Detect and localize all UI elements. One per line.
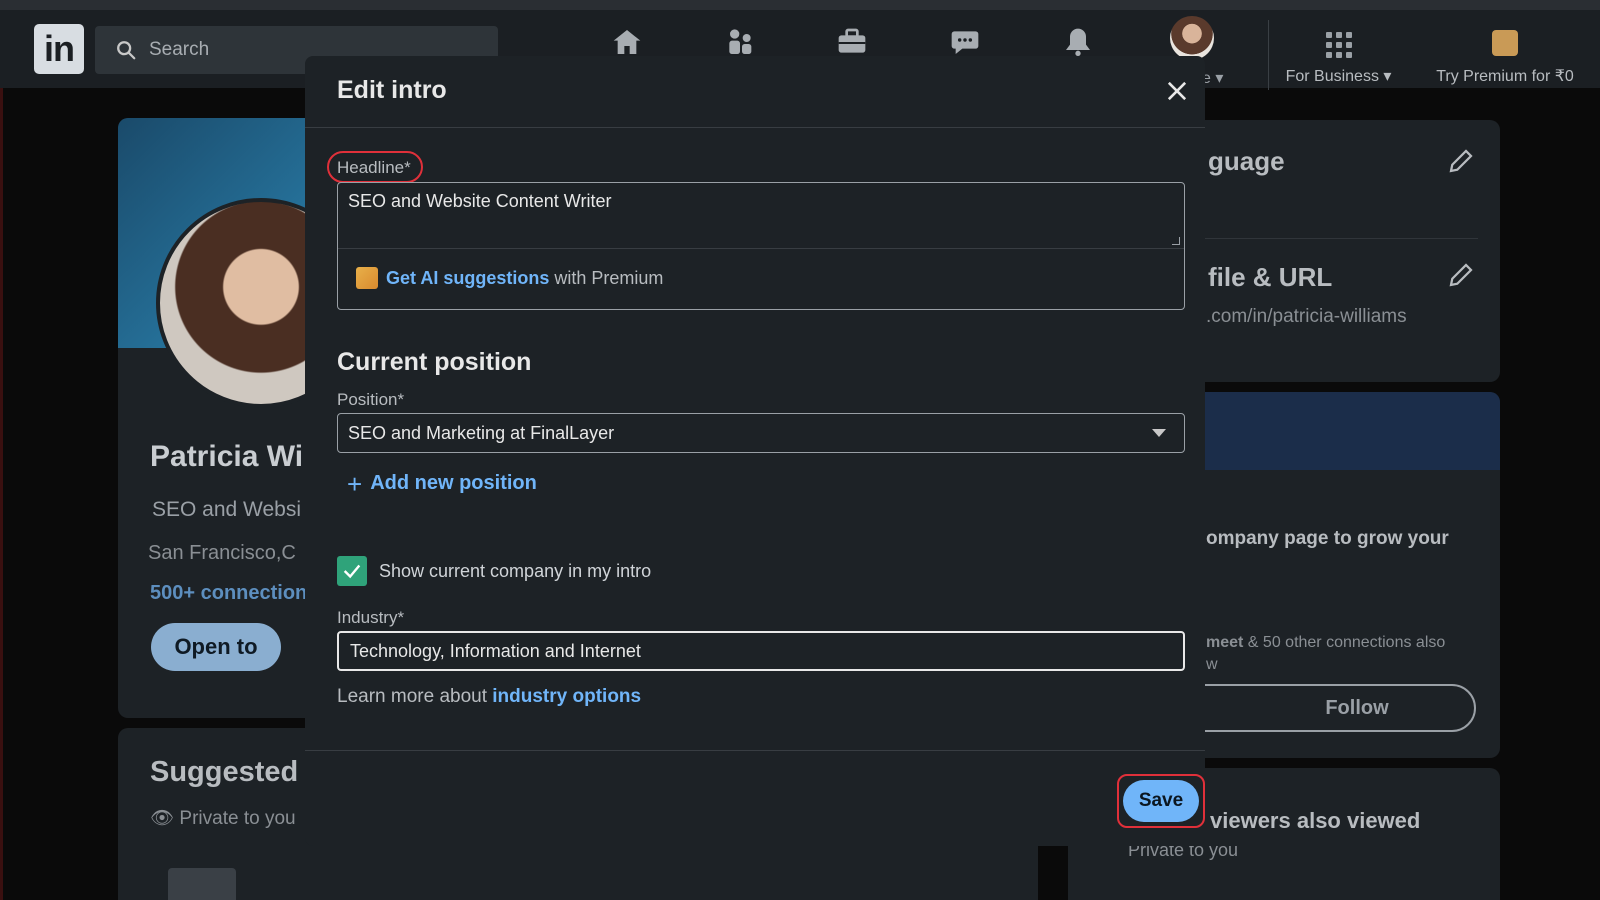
learn-more-prefix: Learn more about <box>337 686 493 707</box>
headline-label: Headline* <box>337 158 411 177</box>
ad-connection-name: meet <box>1206 634 1244 651</box>
close-icon <box>1167 81 1187 100</box>
viewers-also-viewed-title: viewers also viewed <box>1210 808 1421 833</box>
edit-language-pencil-icon[interactable] <box>1446 146 1476 176</box>
window-left-edge <box>0 0 3 900</box>
suggested-thumbnail <box>168 868 236 900</box>
premium-badge-icon <box>356 267 378 289</box>
show-company-checkbox[interactable] <box>337 556 367 586</box>
industry-label: Industry* <box>337 608 405 627</box>
linkedin-logo[interactable]: in <box>34 24 84 74</box>
position-select[interactable]: SEO and Marketing at FinalLayer <box>337 413 1185 453</box>
profile-name: Patricia Wi <box>150 440 304 473</box>
public-profile-url-title: file & URL <box>1208 262 1333 292</box>
textarea-resize-handle[interactable] <box>1172 237 1180 245</box>
divider <box>1188 238 1478 239</box>
headline-field: SEO and Website Content Writer Get AI su… <box>337 182 1185 310</box>
dialog-title: Edit intro <box>337 76 447 104</box>
edit-intro-dialog: Edit intro Headline* SEO and Website Con… <box>305 56 1205 846</box>
add-new-position-button[interactable]: + Add new position <box>347 468 537 499</box>
dialog-footer-divider <box>305 750 1205 751</box>
industry-options-link[interactable]: industry options <box>492 686 641 707</box>
me-avatar[interactable] <box>1170 16 1214 60</box>
plus-icon: + <box>347 468 363 499</box>
close-dialog-button[interactable] <box>1159 74 1195 110</box>
ad-text: ompany page to grow your <box>1206 528 1449 549</box>
suggested-subtitle-text: Private to you <box>179 808 296 829</box>
profile-connections-link[interactable]: 500+ connection <box>150 582 307 605</box>
current-position-heading: Current position <box>337 348 532 376</box>
headline-textarea[interactable]: SEO and Website Content Writer <box>348 191 1168 247</box>
premium-icon <box>1492 30 1518 56</box>
position-label: Position* <box>337 390 405 409</box>
premium-label: Try Premium for ₹0 <box>1436 68 1574 85</box>
profile-language-title: guage <box>1208 146 1285 176</box>
dialog-header: Edit intro <box>305 56 1205 128</box>
public-profile-url: .com/in/patricia-williams <box>1206 306 1407 327</box>
dropdown-caret-icon <box>1152 429 1166 437</box>
checkmark-icon <box>343 564 361 579</box>
get-ai-suggestions-link[interactable]: Get AI suggestions <box>386 268 549 288</box>
industry-input[interactable] <box>337 631 1185 671</box>
edit-url-pencil-icon[interactable] <box>1446 260 1476 290</box>
profile-headline: SEO and Websi <box>152 498 302 521</box>
show-company-row: Show current company in my intro <box>337 556 651 586</box>
search-icon <box>117 41 136 60</box>
suggested-subtitle: 👁 Private to you <box>150 806 296 830</box>
add-new-position-label: Add new position <box>370 472 537 494</box>
follow-button[interactable]: Follow <box>1178 684 1476 732</box>
eye-icon: 👁 <box>150 808 180 829</box>
profile-location: San Francisco,C <box>148 542 296 564</box>
try-premium-link[interactable]: Try Premium for ₹0 <box>1425 18 1585 86</box>
save-button[interactable]: Save <box>1123 780 1199 822</box>
suggested-title: Suggested f <box>150 756 316 788</box>
headline-separator <box>338 248 1184 249</box>
for-business-label: For Business ▾ <box>1285 68 1392 85</box>
show-company-label: Show current company in my intro <box>379 560 652 581</box>
position-selected-value: SEO and Marketing at FinalLayer <box>348 422 615 443</box>
ad-connections-text-2: w <box>1206 656 1218 673</box>
ad-connections-text: & 50 other connections also <box>1243 634 1446 651</box>
open-to-button[interactable]: Open to <box>151 623 281 671</box>
ai-suggestions-suffix: with Premium <box>549 267 664 288</box>
learn-more-text: Learn more about industry options <box>337 686 641 708</box>
ai-suggestions-row: Get AI suggestions with Premium <box>356 267 663 289</box>
apps-grid-icon <box>1325 32 1352 58</box>
ad-connections-note: meet & 50 other connections also w <box>1206 632 1486 676</box>
for-business-menu[interactable]: For Business ▾ <box>1268 20 1408 90</box>
me-menu-label[interactable]: e ▾ <box>1202 68 1223 88</box>
